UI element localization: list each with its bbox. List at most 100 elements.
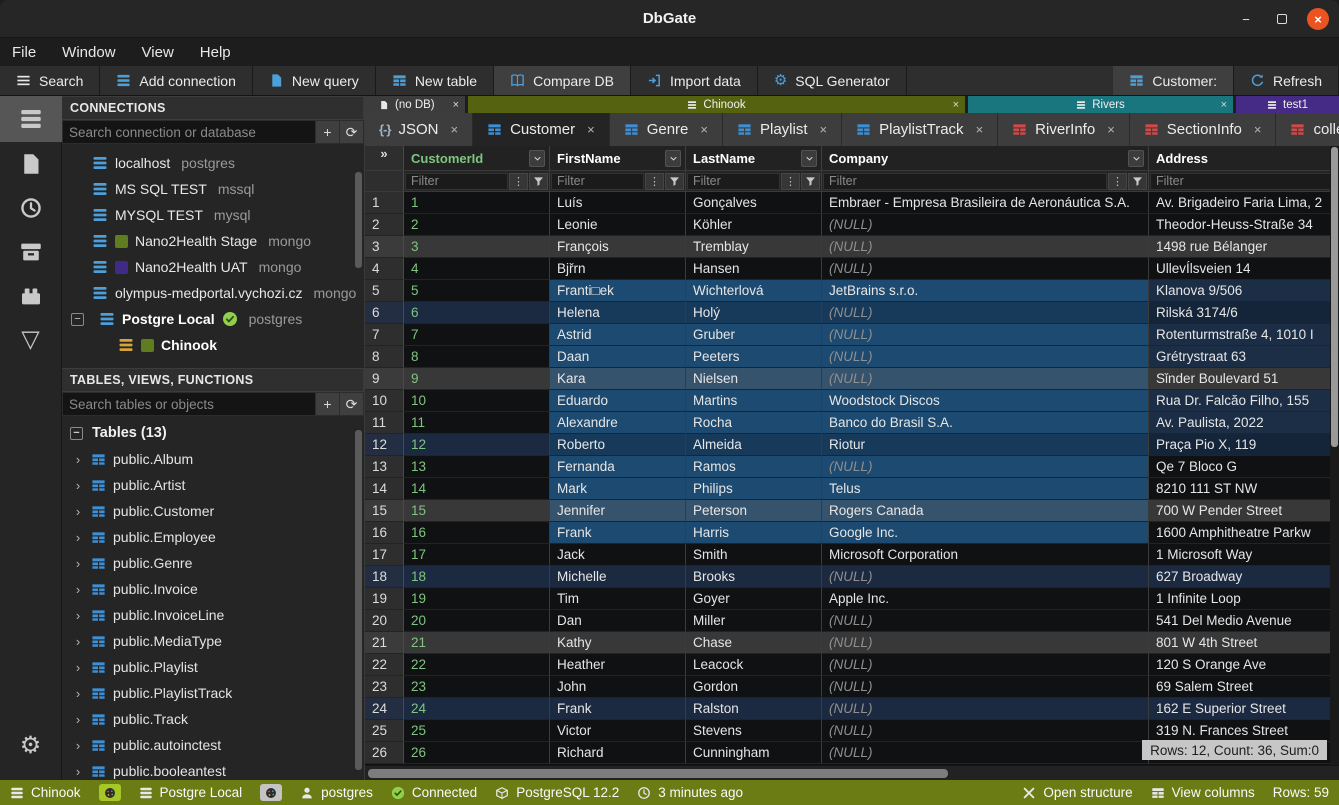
grid-cell[interactable]: 12 <box>404 434 550 456</box>
table-list-item[interactable]: ›public.Genre <box>62 550 364 576</box>
collapse-icon[interactable]: − <box>71 313 84 326</box>
column-header-lastname[interactable]: LastName <box>686 146 822 170</box>
view-columns-button[interactable]: View columns <box>1151 785 1255 800</box>
grid-cell[interactable]: Rotenturmstraße 4, 1010 I <box>1149 324 1339 346</box>
scrollbar-thumb[interactable] <box>1331 147 1338 447</box>
grid-cell[interactable]: 1 Infinite Loop <box>1149 588 1339 610</box>
grid-cell[interactable]: Leonie <box>550 214 686 236</box>
filter-input[interactable] <box>551 173 644 190</box>
grid-cell[interactable]: (NULL) <box>822 742 1149 764</box>
column-header-firstname[interactable]: FirstName <box>550 146 686 170</box>
grid-cell[interactable]: (NULL) <box>822 720 1149 742</box>
grid-cell[interactable]: Martins <box>686 390 822 412</box>
column-menu-button[interactable] <box>665 150 681 167</box>
expand-all-button[interactable]: » <box>365 146 404 170</box>
open-structure-button[interactable]: Open structure <box>1022 785 1132 800</box>
connection-item-expanded[interactable]: − Postgre Local postgres <box>62 306 364 332</box>
row-number[interactable]: 13 <box>365 456 404 478</box>
row-number[interactable]: 4 <box>365 258 404 280</box>
grid-cell[interactable]: Rocha <box>686 412 822 434</box>
filter-button[interactable] <box>665 173 684 190</box>
grid-cell[interactable]: 120 S Orange Ave <box>1149 654 1339 676</box>
table-list-item[interactable]: ›public.MediaType <box>62 628 364 654</box>
grid-cell[interactable]: Victor <box>550 720 686 742</box>
grid-cell[interactable]: 541 Del Medio Avenue <box>1149 610 1339 632</box>
tab-group-test1[interactable]: test1 <box>1236 96 1339 113</box>
tab-playlisttrack[interactable]: PlaylistTrack × <box>842 113 998 146</box>
chevron-right-icon[interactable]: › <box>72 452 84 467</box>
tab-collection[interactable]: collection <box>1276 113 1339 146</box>
kebab-menu-button[interactable]: ⋮ <box>1108 173 1127 190</box>
grid-cell[interactable]: Praça Pio X, 119 <box>1149 434 1339 456</box>
grid-cell[interactable]: Sǐnder Boulevard 51 <box>1149 368 1339 390</box>
close-icon[interactable]: × <box>1107 122 1115 137</box>
scrollbar-thumb[interactable] <box>368 769 948 778</box>
table-list-item[interactable]: ›public.Playlist <box>62 654 364 680</box>
kebab-menu-button[interactable]: ⋮ <box>645 173 664 190</box>
search-button[interactable]: Search <box>0 66 100 95</box>
grid-cell[interactable]: Gruber <box>686 324 822 346</box>
table-list-item[interactable]: ›public.booleantest <box>62 758 364 780</box>
chevron-right-icon[interactable]: › <box>72 634 84 649</box>
grid-cell[interactable]: 20 <box>404 610 550 632</box>
grid-cell[interactable]: 24 <box>404 698 550 720</box>
grid-cell[interactable]: Harris <box>686 522 822 544</box>
context-tab-label[interactable]: Customer: <box>1113 66 1234 95</box>
grid-cell[interactable]: Miller <box>686 610 822 632</box>
status-connection[interactable]: Postgre Local <box>139 785 243 800</box>
connection-item[interactable]: MYSQL TEST mysql <box>62 202 364 228</box>
table-list-item[interactable]: ›public.PlaylistTrack <box>62 680 364 706</box>
grid-cell[interactable]: 9 <box>404 368 550 390</box>
close-icon[interactable]: × <box>700 122 708 137</box>
grid-cell[interactable]: Stevens <box>686 720 822 742</box>
refresh-tables-button[interactable]: ⟳ <box>340 392 364 416</box>
grid-cell[interactable]: Jennifer <box>550 500 686 522</box>
grid-cell[interactable]: 22 <box>404 654 550 676</box>
grid-cell[interactable]: Peterson <box>686 500 822 522</box>
grid-cell[interactable]: Ralston <box>686 698 822 720</box>
close-icon[interactable]: × <box>1254 122 1262 137</box>
grid-cell[interactable]: Dan <box>550 610 686 632</box>
status-database[interactable]: Chinook <box>10 785 81 800</box>
grid-cell[interactable]: Chase <box>686 632 822 654</box>
grid-cell[interactable]: 5 <box>404 280 550 302</box>
import-data-button[interactable]: Import data <box>631 66 758 95</box>
grid-cell[interactable]: 627 Broadway <box>1149 566 1339 588</box>
grid-cell[interactable]: Nielsen <box>686 368 822 390</box>
grid-cell[interactable]: (NULL) <box>822 676 1149 698</box>
tab-group-nodb[interactable]: (no DB) × <box>365 96 465 113</box>
grid-cell[interactable]: JetBrains s.r.o. <box>822 280 1149 302</box>
grid-cell[interactable]: 8 <box>404 346 550 368</box>
grid-cell[interactable]: UllevÍlsveien 14 <box>1149 258 1339 280</box>
grid-cell[interactable]: (NULL) <box>822 214 1149 236</box>
grid-cell[interactable]: 26 <box>404 742 550 764</box>
rail-history[interactable] <box>0 186 62 230</box>
grid-cell[interactable]: Smith <box>686 544 822 566</box>
new-query-button[interactable]: New query <box>253 66 376 95</box>
grid-cell[interactable]: Eduardo <box>550 390 686 412</box>
grid-cell[interactable]: Brooks <box>686 566 822 588</box>
grid-cell[interactable]: (NULL) <box>822 456 1149 478</box>
grid-cell[interactable]: (NULL) <box>822 346 1149 368</box>
tab-genre[interactable]: Genre × <box>610 113 723 146</box>
rail-archive[interactable] <box>0 230 62 274</box>
grid-cell[interactable]: 17 <box>404 544 550 566</box>
grid-cell[interactable]: Frank <box>550 698 686 720</box>
grid-cell[interactable]: 11 <box>404 412 550 434</box>
grid-cell[interactable]: 13 <box>404 456 550 478</box>
filter-button[interactable] <box>801 173 820 190</box>
grid-cell[interactable]: Roberto <box>550 434 686 456</box>
chevron-right-icon[interactable]: › <box>72 530 84 545</box>
grid-cell[interactable]: 25 <box>404 720 550 742</box>
grid-cell[interactable]: (NULL) <box>822 302 1149 324</box>
rail-connections[interactable] <box>0 96 62 142</box>
grid-cell[interactable]: Theodor-Heuss-Straße 34 <box>1149 214 1339 236</box>
filter-button[interactable] <box>1128 173 1147 190</box>
grid-cell[interactable]: Köhler <box>686 214 822 236</box>
rail-settings[interactable]: ⚙ <box>0 724 62 768</box>
connection-item[interactable]: olympus-medportal.vychozi.cz mongo <box>62 280 364 306</box>
tab-playlist[interactable]: Playlist × <box>723 113 842 146</box>
row-number[interactable]: 22 <box>365 654 404 676</box>
column-header-customerid[interactable]: CustomerId <box>404 146 550 170</box>
column-header-address[interactable]: Address <box>1149 146 1339 170</box>
